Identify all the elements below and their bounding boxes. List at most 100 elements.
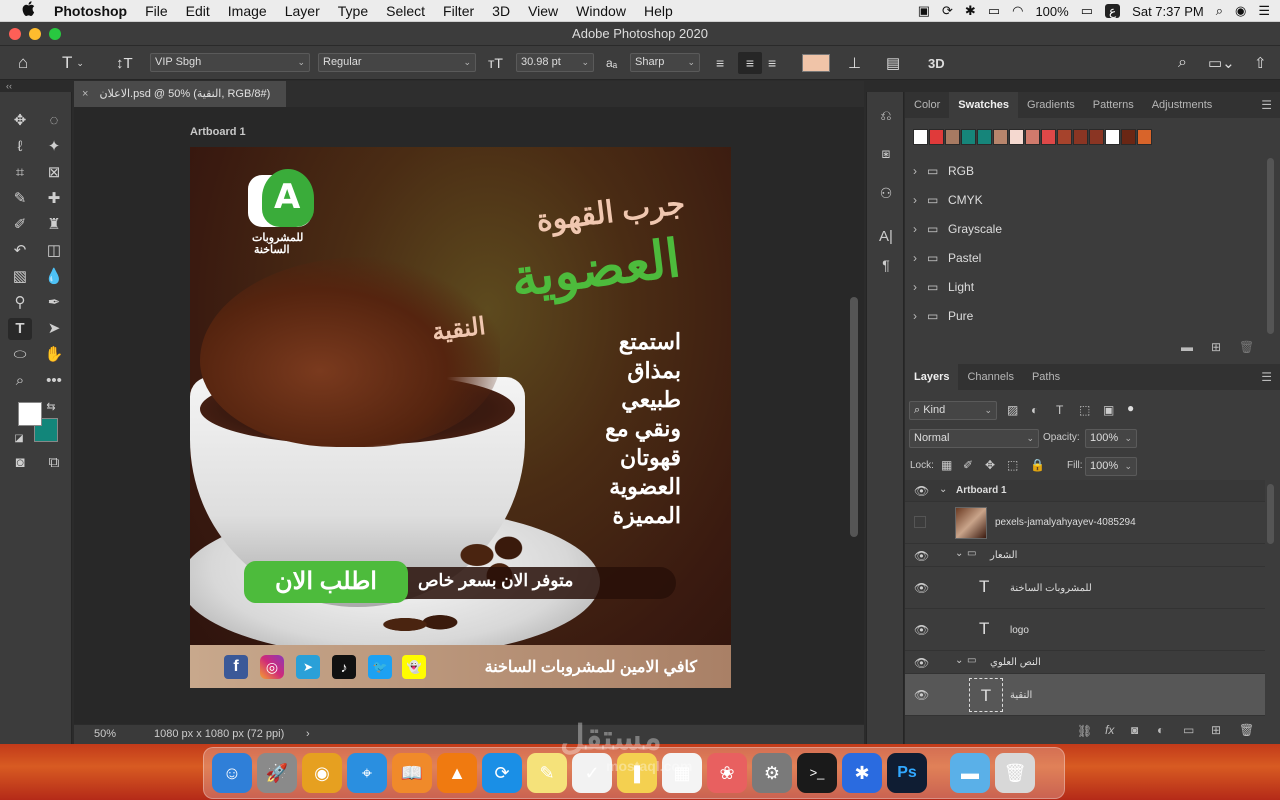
lock-all-icon[interactable]: 🔒 xyxy=(1030,458,1045,472)
chevron-down-icon[interactable]: ⌄ xyxy=(939,484,947,495)
dock-bluetooth-icon[interactable]: ✱ xyxy=(842,753,882,793)
delete-layer-icon[interactable]: 🗑 xyxy=(1239,723,1254,737)
color-swatch[interactable] xyxy=(1009,129,1024,145)
color-swatch[interactable] xyxy=(1121,129,1136,145)
lock-position-icon[interactable]: ✥ xyxy=(985,458,995,472)
swatch-scrollbar[interactable] xyxy=(1267,158,1274,334)
new-group-icon[interactable]: ▬ xyxy=(1181,340,1193,354)
sync-icon[interactable]: ⟳ xyxy=(942,3,953,19)
menu-view[interactable]: View xyxy=(528,3,558,19)
font-family-select[interactable]: VIP Sbgh ⌄ xyxy=(150,53,310,72)
artboard[interactable]: A للمشروبات الساخنة جرب القهوة العضوية ا… xyxy=(190,147,731,688)
dock-system-preferences-icon[interactable]: ⚙ xyxy=(752,753,792,793)
color-swatch[interactable] xyxy=(1057,129,1072,145)
gradient-tool-icon[interactable]: ▧ xyxy=(8,266,32,288)
lock-transparent-icon[interactable]: ▦ xyxy=(941,458,952,472)
color-swatch[interactable] xyxy=(1105,129,1120,145)
3d-button[interactable]: 3D xyxy=(928,52,945,74)
dock-folder-icon[interactable]: ▬ xyxy=(950,753,990,793)
chevron-down-icon[interactable]: ⌄ xyxy=(955,548,963,559)
history-panel-icon[interactable]: ⎌ xyxy=(875,104,897,126)
layer-row-group[interactable]: 👁 ⌄ ▭ الشعار xyxy=(905,544,1265,567)
blur-tool-icon[interactable]: 💧 xyxy=(42,266,66,288)
ellipse-tool-icon[interactable]: ⬭ xyxy=(8,344,32,366)
dock-books-icon[interactable]: 📖 xyxy=(392,753,432,793)
apple-menu-icon[interactable] xyxy=(18,1,38,20)
menu-type[interactable]: Type xyxy=(338,3,368,19)
crop-tool-icon[interactable]: ⌗ xyxy=(8,162,32,184)
foreground-color-swatch[interactable] xyxy=(18,402,42,426)
dodge-tool-icon[interactable]: ⚲ xyxy=(8,292,32,314)
visibility-eye-icon[interactable]: 👁 xyxy=(914,581,929,595)
libraries-panel-icon[interactable]: ⧆ xyxy=(875,142,897,164)
new-swatch-icon[interactable]: ⊞ xyxy=(1211,340,1221,354)
chevron-right-icon[interactable]: › xyxy=(913,157,917,186)
type-tool-preset-icon[interactable]: T ⌄ xyxy=(62,52,84,74)
align-left-icon[interactable]: ≡ xyxy=(716,52,724,74)
character-panel-icon[interactable]: ▤ xyxy=(886,52,900,74)
path-selection-tool-icon[interactable]: ➤ xyxy=(42,318,66,340)
dock-vlc-icon[interactable]: ▲ xyxy=(437,753,477,793)
font-style-select[interactable]: Regular ⌄ xyxy=(318,53,476,72)
layer-mask-icon[interactable]: ◙ xyxy=(1131,723,1138,737)
menu-image[interactable]: Image xyxy=(228,3,267,19)
color-swatch[interactable] xyxy=(1025,129,1040,145)
swatch-folder-grayscale[interactable]: › ▭ Grayscale xyxy=(905,215,1265,244)
chevron-right-icon[interactable]: › xyxy=(913,302,917,331)
document-info[interactable]: 1080 px x 1080 px (72 ppi) xyxy=(154,725,284,744)
chevron-right-icon[interactable]: › xyxy=(913,273,917,302)
pen-tool-icon[interactable]: ✒ xyxy=(42,292,66,314)
user-avatar-icon[interactable]: ◉ xyxy=(1235,3,1246,19)
warp-text-icon[interactable]: ⊥ xyxy=(848,52,861,74)
color-swatch[interactable] xyxy=(1073,129,1088,145)
dock-safari-icon[interactable]: ⌖ xyxy=(347,753,387,793)
brush-tool-icon[interactable]: ✐ xyxy=(8,214,32,236)
menu-3d[interactable]: 3D xyxy=(492,3,510,19)
wifi-icon[interactable]: ◠ xyxy=(1012,3,1023,19)
dock-shareit-icon[interactable]: ⟳ xyxy=(482,753,522,793)
healing-brush-tool-icon[interactable]: ✚ xyxy=(42,188,66,210)
workspace-icon[interactable]: ▭⌄ xyxy=(1208,52,1235,74)
marquee-tool-icon[interactable]: ◌ xyxy=(42,110,66,132)
canvas-scrollbar[interactable] xyxy=(850,297,858,537)
swatch-folder-pastel[interactable]: › ▭ Pastel xyxy=(905,244,1265,273)
filter-smart-object-icon[interactable]: ▣ xyxy=(1103,403,1114,417)
layer-row-text-selected[interactable]: 👁 T النقية xyxy=(905,674,1265,716)
filter-shape-icon[interactable]: ⬚ xyxy=(1079,403,1090,417)
visibility-eye-icon[interactable]: 👁 xyxy=(914,656,929,670)
visibility-toggle[interactable] xyxy=(914,516,926,528)
swatch-folder-light[interactable]: › ▭ Light xyxy=(905,273,1265,302)
color-swatch[interactable] xyxy=(1137,129,1152,145)
panel-menu-icon[interactable]: ☰ xyxy=(1261,370,1272,384)
tab-swatches[interactable]: Swatches xyxy=(949,92,1019,118)
dock-terminal-icon[interactable]: >_ xyxy=(797,753,837,793)
menu-help[interactable]: Help xyxy=(644,3,673,19)
zoom-tool-icon[interactable]: ⌕ xyxy=(8,370,32,392)
filter-toggle-icon[interactable]: ● xyxy=(1127,401,1134,415)
color-swatch[interactable] xyxy=(993,129,1008,145)
tab-paths[interactable]: Paths xyxy=(1023,364,1069,390)
eraser-tool-icon[interactable]: ◫ xyxy=(42,240,66,262)
filter-adjustment-icon[interactable]: ◐ xyxy=(1031,403,1038,417)
swatch-folder-cmyk[interactable]: › ▭ CMYK xyxy=(905,186,1265,215)
color-swatch[interactable] xyxy=(945,129,960,145)
chevron-right-icon[interactable]: › xyxy=(306,725,310,744)
dock-photos-icon[interactable]: ❀ xyxy=(707,753,747,793)
tab-layers[interactable]: Layers xyxy=(905,364,959,390)
toggle-text-orientation-icon[interactable]: ↕T xyxy=(116,52,133,74)
layer-row-artboard[interactable]: 👁 ⌄ Artboard 1 xyxy=(905,480,1265,502)
visibility-eye-icon[interactable]: 👁 xyxy=(914,484,929,498)
dock-launchpad-icon[interactable]: 🚀 xyxy=(257,753,297,793)
input-source[interactable]: ع xyxy=(1105,4,1121,18)
notification-center-icon[interactable]: ☰ xyxy=(1258,3,1270,19)
paragraph-panel-icon[interactable]: ¶ xyxy=(875,254,897,276)
visibility-eye-icon[interactable]: 👁 xyxy=(914,549,929,563)
dock-trash-icon[interactable]: 🗑 xyxy=(995,753,1035,793)
dock-photoshop-icon[interactable]: Ps xyxy=(887,753,927,793)
close-tab-icon[interactable]: × xyxy=(82,88,88,100)
default-colors-icon[interactable]: ◪ xyxy=(12,428,26,450)
panel-menu-icon[interactable]: ☰ xyxy=(1261,98,1272,112)
eyedropper-tool-icon[interactable]: ✎ xyxy=(8,188,32,210)
frame-tool-icon[interactable]: ⊠ xyxy=(42,162,66,184)
menu-app-name[interactable]: Photoshop xyxy=(54,3,127,19)
